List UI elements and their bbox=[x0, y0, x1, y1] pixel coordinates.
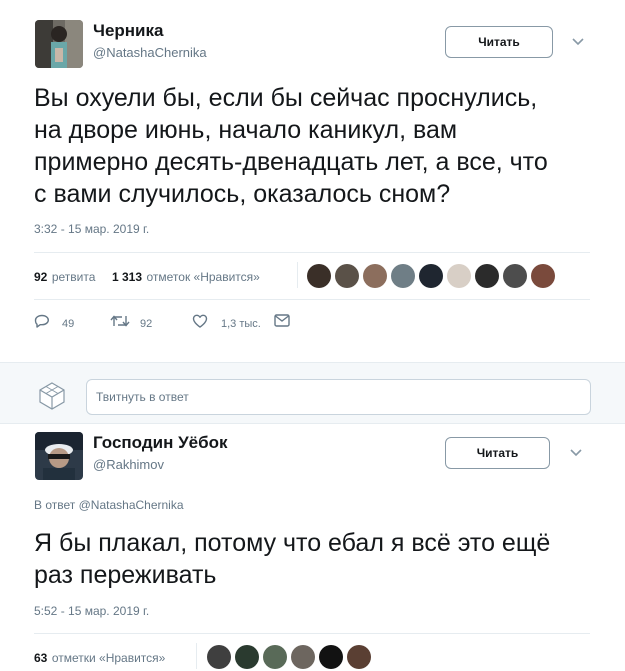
author-handle[interactable]: @Rakhimov bbox=[93, 457, 164, 472]
liker-avatar[interactable] bbox=[419, 264, 443, 288]
liker-avatar[interactable] bbox=[207, 645, 231, 669]
liker-avatar[interactable] bbox=[291, 645, 315, 669]
tweet-text-line: примерно десять-двенадцать лет, а все, ч… bbox=[34, 148, 548, 176]
retweets-count: 92 bbox=[34, 270, 48, 284]
liker-avatar[interactable] bbox=[235, 645, 259, 669]
tweet-text-line: с вами случилось, оказалось сном? bbox=[34, 180, 451, 208]
divider bbox=[196, 643, 197, 669]
liker-avatar[interactable] bbox=[363, 264, 387, 288]
chevron-down-icon[interactable] bbox=[569, 448, 583, 458]
liker-avatar[interactable] bbox=[503, 264, 527, 288]
tweet-text: Я бы плакал, потому что ебал я всё это е… bbox=[34, 527, 604, 591]
liker-avatar[interactable] bbox=[335, 264, 359, 288]
divider bbox=[34, 299, 590, 300]
reply-icon[interactable] bbox=[34, 314, 50, 328]
reply-count: 49 bbox=[62, 318, 75, 330]
author-handle[interactable]: @NatashaChernika bbox=[93, 45, 207, 60]
tweet-text-line: на дворе июнь, начало каникул, вам bbox=[34, 116, 458, 144]
like-count: 1,3 тыс. bbox=[221, 318, 261, 330]
tweet-text-line: Я бы плакал, потому что ебал я всё это е… bbox=[34, 529, 551, 557]
reply-input[interactable]: Твитнуть в ответ bbox=[86, 379, 591, 415]
user-placeholder-icon bbox=[39, 382, 65, 410]
liker-avatar[interactable] bbox=[347, 645, 371, 669]
tweet-text-line: Вы охуели бы, если бы сейчас проснулись, bbox=[34, 84, 538, 112]
liker-avatar[interactable] bbox=[447, 264, 471, 288]
chevron-down-icon[interactable] bbox=[571, 37, 585, 47]
retweet-count: 92 bbox=[140, 318, 153, 330]
timestamp[interactable]: 3:32 - 15 мар. 2019 г. bbox=[34, 222, 149, 236]
follow-button[interactable]: Читать bbox=[445, 437, 550, 469]
retweet-icon[interactable] bbox=[110, 314, 130, 328]
likes-stat[interactable]: 1 313 отметок «Нравится» bbox=[112, 268, 260, 286]
divider bbox=[34, 633, 590, 634]
likes-stat[interactable]: 63 отметки «Нравится» bbox=[34, 649, 165, 667]
timestamp[interactable]: 5:52 - 15 мар. 2019 г. bbox=[34, 604, 149, 618]
liker-avatar[interactable] bbox=[391, 264, 415, 288]
message-icon[interactable] bbox=[274, 314, 290, 327]
likes-count: 63 bbox=[34, 651, 48, 665]
likes-count: 1 313 bbox=[112, 270, 143, 284]
in-reply-handle[interactable]: @NatashaChernika bbox=[79, 498, 184, 512]
retweets-label: ретвита bbox=[51, 270, 96, 284]
follow-button[interactable]: Читать bbox=[445, 26, 553, 58]
in-reply-to: В ответ @NatashaChernika bbox=[34, 498, 184, 512]
liker-avatar[interactable] bbox=[475, 264, 499, 288]
tweet-text-line: раз переживать bbox=[34, 561, 217, 589]
liker-avatar[interactable] bbox=[319, 645, 343, 669]
divider bbox=[34, 252, 590, 253]
liker-avatar[interactable] bbox=[307, 264, 331, 288]
tweet-text: Вы охуели бы, если бы сейчас проснулись,… bbox=[34, 82, 604, 210]
in-reply-prefix: В ответ bbox=[34, 498, 76, 512]
avatar[interactable] bbox=[35, 20, 83, 68]
liker-avatar[interactable] bbox=[263, 645, 287, 669]
liker-avatar[interactable] bbox=[531, 264, 555, 288]
avatar[interactable] bbox=[35, 432, 83, 480]
likes-label: отметок «Нравится» bbox=[146, 270, 260, 284]
likes-label: отметки «Нравится» bbox=[51, 651, 166, 665]
retweets-stat[interactable]: 92 ретвита bbox=[34, 268, 95, 286]
heart-icon[interactable] bbox=[192, 314, 208, 328]
divider bbox=[297, 262, 298, 288]
author-name[interactable]: Господин Уёбок bbox=[93, 433, 228, 453]
author-name[interactable]: Черника bbox=[93, 21, 163, 41]
